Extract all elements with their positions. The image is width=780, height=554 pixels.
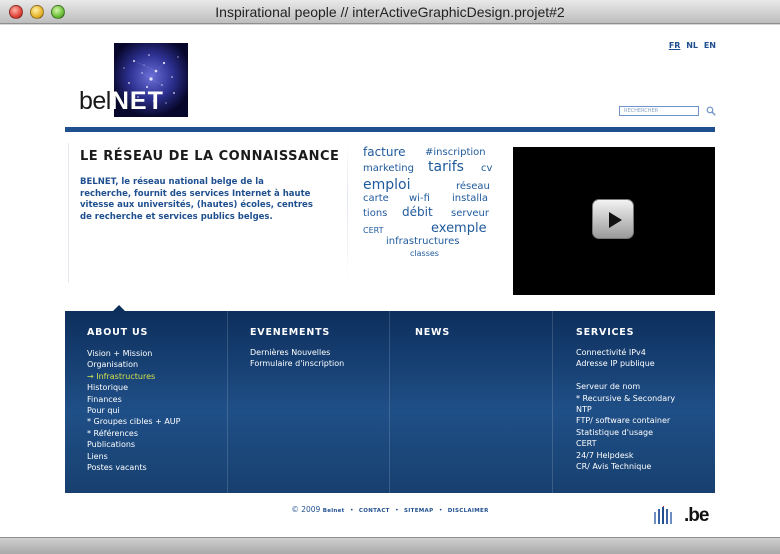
window-title: Inspirational people // interActiveGraph… xyxy=(215,4,565,20)
lang-nl[interactable]: NL xyxy=(686,41,698,50)
events-title[interactable]: EVENEMENTS xyxy=(250,327,330,338)
tag-tarifs[interactable]: tarifs xyxy=(428,159,464,175)
services-item[interactable]: Serveur de nom xyxy=(576,381,675,392)
tag-debit[interactable]: débit xyxy=(402,205,433,219)
be-logo[interactable]: .be xyxy=(684,505,709,527)
events-item[interactable]: Dernières Nouvelles xyxy=(250,347,344,358)
panel-divider xyxy=(389,311,390,493)
tag-inscription[interactable]: #inscription xyxy=(425,147,486,158)
about-item[interactable]: Liens xyxy=(87,451,180,462)
about-us-list: Vision + Mission Organisation → Infrastr… xyxy=(87,348,180,473)
services-item[interactable]: NTP xyxy=(576,404,675,415)
separator-dot: • xyxy=(395,507,399,514)
events-item[interactable]: Formulaire d'inscription xyxy=(250,358,344,369)
services-item[interactable]: * Recursive & Secondary xyxy=(576,393,675,404)
about-us-title[interactable]: ABOUT US xyxy=(87,327,148,338)
events-list: Dernières Nouvelles Formulaire d'inscrip… xyxy=(250,347,344,370)
separator-dot: • xyxy=(349,507,354,514)
tag-serveur[interactable]: serveur xyxy=(451,208,489,219)
panel-divider xyxy=(227,311,228,493)
sitemap-link[interactable]: SITEMAP xyxy=(404,508,433,514)
tag-carte[interactable]: carte xyxy=(363,193,389,204)
tag-classes[interactable]: classes xyxy=(410,249,439,258)
tag-infrastructures[interactable]: infrastructures xyxy=(386,236,459,247)
services-item[interactable]: Connectivité IPv4 xyxy=(576,347,675,358)
logo-suffix: NET xyxy=(110,87,164,115)
services-list: Connectivité IPv4 Adresse IP publique Se… xyxy=(576,347,675,472)
tag-facture[interactable]: facture xyxy=(363,145,406,159)
tag-marketing[interactable]: marketing xyxy=(363,163,414,174)
about-item[interactable]: Publications xyxy=(87,439,180,450)
window-titlebar: Inspirational people // interActiveGraph… xyxy=(0,0,780,24)
intro-column: LE RÉSEAU DE LA CONNAISSANCE BELNET, le … xyxy=(68,143,348,283)
services-title[interactable]: SERVICES xyxy=(576,327,634,338)
belnet-logo[interactable]: belNET xyxy=(79,87,164,116)
contact-link[interactable]: CONTACT xyxy=(359,508,390,514)
footer-navigation-panel: ABOUT US Vision + Mission Organisation →… xyxy=(65,311,715,493)
intro-text: BELNET, le réseau national belge de la r… xyxy=(80,177,313,222)
logo-prefix: bel xyxy=(79,87,111,115)
services-item[interactable]: CR/ Avis Technique xyxy=(576,461,675,472)
news-title[interactable]: NEWS xyxy=(415,327,450,338)
about-item[interactable]: Vision + Mission xyxy=(87,348,180,359)
about-item[interactable]: Postes vacants xyxy=(87,462,180,473)
language-switcher: FR NL EN xyxy=(666,41,716,50)
tag-installa[interactable]: installa xyxy=(452,193,488,204)
video-player[interactable] xyxy=(513,147,715,295)
services-spacer xyxy=(576,370,675,381)
be-logo-text: .be xyxy=(684,505,709,526)
services-item[interactable]: FTP/ software container xyxy=(576,415,675,426)
tag-tions[interactable]: tions xyxy=(363,208,387,219)
tag-cert[interactable]: CERT xyxy=(363,226,384,235)
disclaimer-link[interactable]: DISCLAIMER xyxy=(448,508,489,514)
about-item-current[interactable]: → Infrastructures xyxy=(87,371,180,382)
about-item[interactable]: Historique xyxy=(87,382,180,393)
services-item[interactable]: Adresse IP publique xyxy=(576,358,675,369)
panel-divider xyxy=(552,311,553,493)
tag-emploi[interactable]: emploi xyxy=(363,177,410,193)
header-rule xyxy=(65,127,715,132)
web-page: belNET FR NL EN LE RÉSEAU DE LA CONNAISS… xyxy=(0,25,780,537)
belgian-federal-logo-icon[interactable] xyxy=(652,506,674,526)
about-item[interactable]: * Références xyxy=(87,428,180,439)
tag-wifi[interactable]: wi-fi xyxy=(409,193,430,204)
tag-cv[interactable]: cv xyxy=(481,163,492,174)
about-item[interactable]: Organisation xyxy=(87,359,180,370)
search-input[interactable] xyxy=(619,106,699,116)
page-title: LE RÉSEAU DE LA CONNAISSANCE xyxy=(80,149,340,164)
column-divider xyxy=(347,143,348,283)
magnifier-icon[interactable] xyxy=(706,106,716,116)
services-item[interactable]: 24/7 Helpdesk xyxy=(576,450,675,461)
tag-exemple[interactable]: exemple xyxy=(431,221,487,236)
lang-fr[interactable]: FR xyxy=(669,41,681,50)
tag-reseau[interactable]: réseau xyxy=(456,181,490,192)
about-item[interactable]: * Groupes cibles + AUP xyxy=(87,416,180,427)
separator-dot: • xyxy=(438,507,443,514)
services-item[interactable]: CERT xyxy=(576,438,675,449)
lang-en[interactable]: EN xyxy=(704,41,716,50)
play-icon[interactable] xyxy=(592,199,634,239)
about-item[interactable]: Pour qui xyxy=(87,405,180,416)
window-statusbar xyxy=(0,537,780,554)
copyright-brand: Belnet xyxy=(322,508,345,514)
services-item[interactable]: Statistique d'usage xyxy=(576,427,675,438)
copyright-year: © 2009 xyxy=(291,505,321,514)
about-item[interactable]: Finances xyxy=(87,394,180,405)
